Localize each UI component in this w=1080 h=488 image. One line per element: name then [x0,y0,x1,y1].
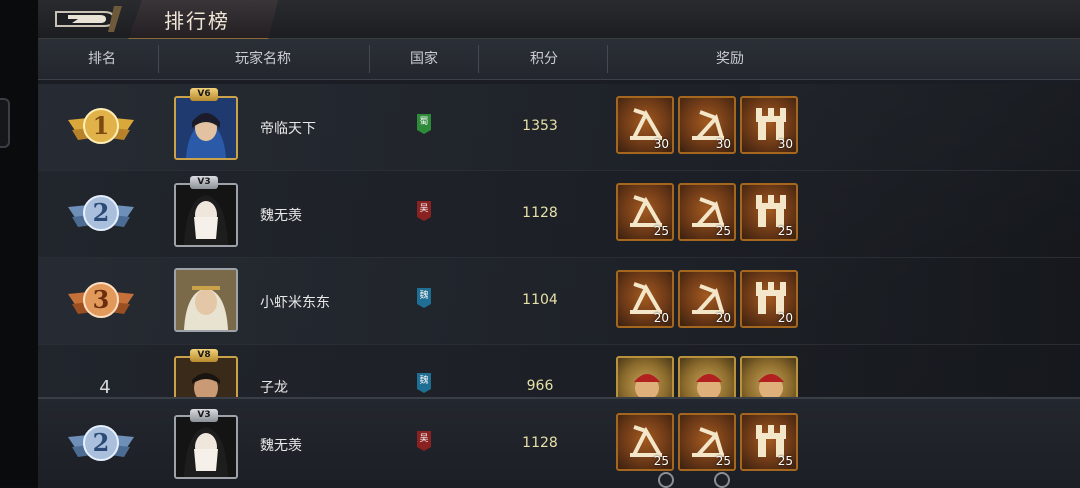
reward-quantity: 25 [653,224,669,238]
reward-item[interactable]: 25 [678,413,736,471]
svg-text:1: 1 [93,111,110,140]
player-portrait-icon [176,98,236,158]
avatar[interactable] [174,415,238,479]
header-reward: 奖励 [716,51,744,67]
player-portrait-icon [176,417,236,477]
score: 1128 [522,435,558,451]
player-portrait-icon [176,270,236,330]
side-drawer-handle[interactable] [0,98,10,148]
country-flag: 魏 [417,288,431,308]
table-row[interactable]: 3 小虾米东东 魏 1104 20 20 20 [38,258,1080,345]
reward-item[interactable]: 25 [616,413,674,471]
player-name: 魏无羡 [260,438,302,454]
reward-item[interactable]: 30 [740,96,798,154]
reward-quantity: 30 [653,137,669,151]
header-rank: 排名 [88,51,116,67]
reward-quantity: 25 [777,224,793,238]
reward-quantity: 25 [777,454,793,468]
reward-item[interactable]: 25 [616,183,674,241]
reward-quantity: 25 [715,224,731,238]
header-divider [478,45,479,73]
reward-item[interactable]: 30 [616,96,674,154]
header-divider [607,45,608,73]
reward-quantity: 20 [777,311,793,325]
reward-item[interactable]: 20 [616,270,674,328]
avatar[interactable] [174,96,238,160]
reward-quantity: 25 [715,454,731,468]
header-country: 国家 [410,51,438,67]
country-flag: 魏 [417,373,431,393]
general-portrait-icon [758,374,784,397]
vip-badge: V8 [190,349,218,362]
reward-item[interactable]: 25 [740,183,798,241]
table-row[interactable]: 4 V8 子龙 魏 966 [38,345,1080,398]
avatar[interactable] [174,268,238,332]
reward-item[interactable]: 25 [740,413,798,471]
player-portrait-icon [176,358,236,397]
avatar[interactable] [174,183,238,247]
back-button[interactable] [50,4,130,34]
table-row[interactable]: 1 V6 帝临天下 蜀 1353 30 30 30 [38,84,1080,171]
player-name: 魏无羡 [260,208,302,224]
vip-badge: V3 [190,409,218,422]
player-name: 帝临天下 [260,121,316,137]
player-portrait-icon [176,185,236,245]
reward-item[interactable] [616,356,674,397]
reward-quantity: 25 [653,454,669,468]
score: 1128 [522,205,558,221]
svg-text:2: 2 [93,428,110,457]
reward-item[interactable]: 30 [678,96,736,154]
score: 1104 [522,292,558,308]
header-divider [158,45,159,73]
reward-quantity: 20 [653,311,669,325]
reward-item[interactable]: 25 [678,183,736,241]
rank-1-gold-emblem: 1 [68,108,134,144]
reward-quantity: 30 [777,137,793,151]
reward-item[interactable] [678,356,736,397]
rank-2-silver-emblem: 2 [68,425,134,461]
reward-item[interactable]: 20 [678,270,736,328]
player-name: 小虾米东东 [260,295,330,311]
reward-quantity: 20 [715,311,731,325]
score: 1353 [522,118,558,134]
general-portrait-icon [696,374,722,397]
reward-quantity: 30 [715,137,731,151]
screen-left-margin [0,0,38,486]
player-name: 子龙 [260,380,288,396]
general-portrait-icon [634,374,660,397]
reward-item[interactable] [740,356,798,397]
score: 966 [526,378,554,394]
page-title: 排行榜 [164,9,230,33]
rank-number: 4 [99,377,111,398]
rank-2-silver-emblem: 2 [68,195,134,231]
header-player: 玩家名称 [235,51,291,67]
back-arrow-icon [55,6,122,32]
svg-text:3: 3 [93,285,110,314]
vip-badge: V6 [190,88,218,101]
leaderboard-screen: 排行榜 排名 玩家名称 国家 积分 奖励 1 V6 帝临天下 蜀 1353 30… [0,0,1080,488]
reward-item[interactable]: 20 [740,270,798,328]
rank-3-bronze-emblem: 3 [68,282,134,318]
svg-text:2: 2 [93,198,110,227]
avatar[interactable] [174,356,238,397]
my-rank-row[interactable]: 2 V3 魏无羡 吴 1128 25 25 25 [38,397,1080,488]
header-divider [369,45,370,73]
table-row[interactable]: 2 V3 魏无羡 吴 1128 25 25 25 [38,171,1080,258]
vip-badge: V3 [190,176,218,189]
country-flag: 吴 [417,431,431,451]
table-header: 排名 玩家名称 国家 积分 奖励 [38,39,1080,80]
header-score: 积分 [530,51,558,67]
country-flag: 蜀 [417,114,431,134]
country-flag: 吴 [417,201,431,221]
